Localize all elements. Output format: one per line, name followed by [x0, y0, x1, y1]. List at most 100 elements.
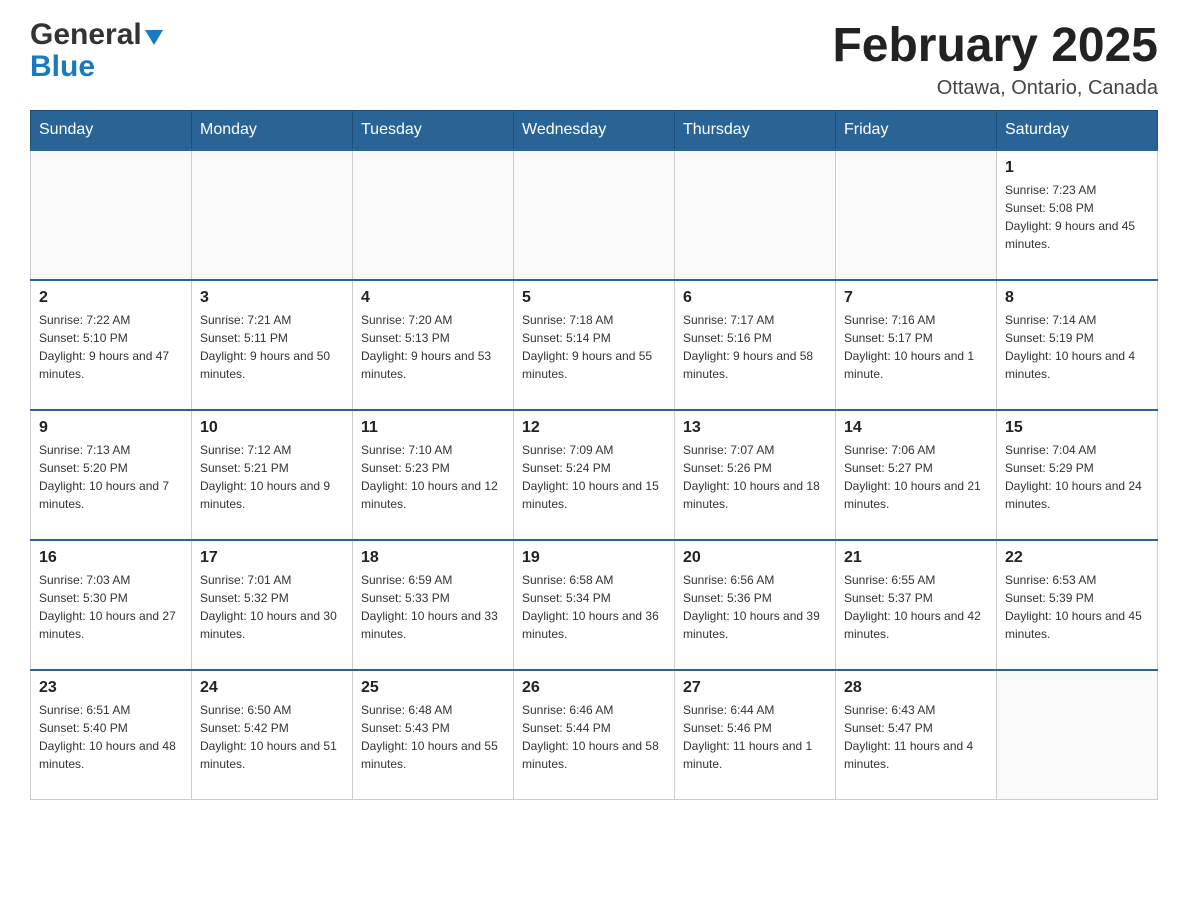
calendar-cell: 6 Sunrise: 7:17 AM Sunset: 5:16 PM Daylig…	[675, 280, 836, 410]
day-info: Sunrise: 6:56 AM Sunset: 5:36 PM Dayligh…	[683, 571, 827, 643]
calendar-cell: 13 Sunrise: 7:07 AM Sunset: 5:26 PM Dayli…	[675, 410, 836, 540]
day-number: 4	[361, 289, 505, 307]
day-number: 14	[844, 419, 988, 437]
day-info: Sunrise: 7:12 AM Sunset: 5:21 PM Dayligh…	[200, 441, 344, 513]
calendar-cell: 10 Sunrise: 7:12 AM Sunset: 5:21 PM Dayli…	[192, 410, 353, 540]
calendar-cell: 14 Sunrise: 7:06 AM Sunset: 5:27 PM Dayli…	[836, 410, 997, 540]
day-info: Sunrise: 6:58 AM Sunset: 5:34 PM Dayligh…	[522, 571, 666, 643]
week-row-5: 23 Sunrise: 6:51 AM Sunset: 5:40 PM Dayli…	[31, 670, 1158, 800]
day-info: Sunrise: 7:17 AM Sunset: 5:16 PM Dayligh…	[683, 311, 827, 383]
day-number: 8	[1005, 289, 1149, 307]
day-number: 9	[39, 419, 183, 437]
calendar-table: SundayMondayTuesdayWednesdayThursdayFrid…	[30, 110, 1158, 801]
day-number: 12	[522, 419, 666, 437]
day-number: 19	[522, 549, 666, 567]
day-number: 3	[200, 289, 344, 307]
day-number: 25	[361, 679, 505, 697]
day-info: Sunrise: 7:10 AM Sunset: 5:23 PM Dayligh…	[361, 441, 505, 513]
day-info: Sunrise: 6:53 AM Sunset: 5:39 PM Dayligh…	[1005, 571, 1149, 643]
day-info: Sunrise: 7:18 AM Sunset: 5:14 PM Dayligh…	[522, 311, 666, 383]
day-number: 18	[361, 549, 505, 567]
day-info: Sunrise: 7:03 AM Sunset: 5:30 PM Dayligh…	[39, 571, 183, 643]
day-number: 1	[1005, 159, 1149, 177]
calendar-cell	[675, 150, 836, 280]
day-number: 13	[683, 419, 827, 437]
calendar-cell	[353, 150, 514, 280]
day-number: 17	[200, 549, 344, 567]
day-info: Sunrise: 7:21 AM Sunset: 5:11 PM Dayligh…	[200, 311, 344, 383]
calendar-cell: 7Sunrise: 7:16 AM Sunset: 5:17 PM Daylig…	[836, 280, 997, 410]
calendar-cell: 3 Sunrise: 7:21 AM Sunset: 5:11 PM Daylig…	[192, 280, 353, 410]
day-number: 10	[200, 419, 344, 437]
day-info: Sunrise: 6:44 AM Sunset: 5:46 PM Dayligh…	[683, 701, 827, 773]
calendar-cell	[836, 150, 997, 280]
column-header-monday: Monday	[192, 110, 353, 150]
calendar-cell: 8 Sunrise: 7:14 AM Sunset: 5:19 PM Daylig…	[997, 280, 1158, 410]
day-number: 27	[683, 679, 827, 697]
location: Ottawa, Ontario, Canada	[832, 77, 1158, 100]
day-info: Sunrise: 6:48 AM Sunset: 5:43 PM Dayligh…	[361, 701, 505, 773]
calendar-cell	[997, 670, 1158, 800]
day-info: Sunrise: 7:20 AM Sunset: 5:13 PM Dayligh…	[361, 311, 505, 383]
week-row-2: 2Sunrise: 7:22 AM Sunset: 5:10 PM Daylig…	[31, 280, 1158, 410]
day-info: Sunrise: 6:59 AM Sunset: 5:33 PM Dayligh…	[361, 571, 505, 643]
calendar-cell	[192, 150, 353, 280]
day-info: Sunrise: 7:07 AM Sunset: 5:26 PM Dayligh…	[683, 441, 827, 513]
day-number: 23	[39, 679, 183, 697]
calendar-cell: 9 Sunrise: 7:13 AM Sunset: 5:20 PM Daylig…	[31, 410, 192, 540]
day-info: Sunrise: 6:51 AM Sunset: 5:40 PM Dayligh…	[39, 701, 183, 773]
day-number: 21	[844, 549, 988, 567]
column-header-saturday: Saturday	[997, 110, 1158, 150]
logo-triangle-icon	[145, 30, 163, 45]
calendar-cell: 27 Sunrise: 6:44 AM Sunset: 5:46 PM Dayli…	[675, 670, 836, 800]
day-info: Sunrise: 6:50 AM Sunset: 5:42 PM Dayligh…	[200, 701, 344, 773]
day-number: 16	[39, 549, 183, 567]
calendar-header-row: SundayMondayTuesdayWednesdayThursdayFrid…	[31, 110, 1158, 150]
day-info: Sunrise: 7:09 AM Sunset: 5:24 PM Dayligh…	[522, 441, 666, 513]
title-area: February 2025 Ottawa, Ontario, Canada	[832, 20, 1158, 100]
day-info: Sunrise: 7:22 AM Sunset: 5:10 PM Dayligh…	[39, 311, 183, 383]
calendar-cell: 21 Sunrise: 6:55 AM Sunset: 5:37 PM Dayli…	[836, 540, 997, 670]
column-header-wednesday: Wednesday	[514, 110, 675, 150]
day-info: Sunrise: 7:06 AM Sunset: 5:27 PM Dayligh…	[844, 441, 988, 513]
logo-general: General	[30, 20, 142, 50]
day-number: 20	[683, 549, 827, 567]
column-header-sunday: Sunday	[31, 110, 192, 150]
week-row-4: 16 Sunrise: 7:03 AM Sunset: 5:30 PM Dayli…	[31, 540, 1158, 670]
day-info: Sunrise: 6:46 AM Sunset: 5:44 PM Dayligh…	[522, 701, 666, 773]
day-number: 22	[1005, 549, 1149, 567]
calendar-cell: 26Sunrise: 6:46 AM Sunset: 5:44 PM Dayli…	[514, 670, 675, 800]
day-number: 24	[200, 679, 344, 697]
calendar-cell: 24 Sunrise: 6:50 AM Sunset: 5:42 PM Dayli…	[192, 670, 353, 800]
day-info: Sunrise: 6:43 AM Sunset: 5:47 PM Dayligh…	[844, 701, 988, 773]
logo: General Blue	[30, 20, 163, 83]
column-header-tuesday: Tuesday	[353, 110, 514, 150]
day-info: Sunrise: 7:01 AM Sunset: 5:32 PM Dayligh…	[200, 571, 344, 643]
day-number: 28	[844, 679, 988, 697]
calendar-cell: 2Sunrise: 7:22 AM Sunset: 5:10 PM Daylig…	[31, 280, 192, 410]
column-header-friday: Friday	[836, 110, 997, 150]
calendar-cell: 16 Sunrise: 7:03 AM Sunset: 5:30 PM Dayli…	[31, 540, 192, 670]
day-number: 5	[522, 289, 666, 307]
calendar-cell	[31, 150, 192, 280]
calendar-cell: 4 Sunrise: 7:20 AM Sunset: 5:13 PM Daylig…	[353, 280, 514, 410]
day-number: 11	[361, 419, 505, 437]
day-info: Sunrise: 7:16 AM Sunset: 5:17 PM Dayligh…	[844, 311, 988, 383]
calendar-cell: 17 Sunrise: 7:01 AM Sunset: 5:32 PM Dayli…	[192, 540, 353, 670]
column-header-thursday: Thursday	[675, 110, 836, 150]
day-info: Sunrise: 7:13 AM Sunset: 5:20 PM Dayligh…	[39, 441, 183, 513]
calendar-cell	[514, 150, 675, 280]
calendar-cell: 22 Sunrise: 6:53 AM Sunset: 5:39 PM Dayli…	[997, 540, 1158, 670]
page-header: General Blue February 2025 Ottawa, Ontar…	[30, 20, 1158, 100]
calendar-cell: 28 Sunrise: 6:43 AM Sunset: 5:47 PM Dayli…	[836, 670, 997, 800]
day-number: 15	[1005, 419, 1149, 437]
day-number: 6	[683, 289, 827, 307]
day-info: Sunrise: 7:14 AM Sunset: 5:19 PM Dayligh…	[1005, 311, 1149, 383]
day-info: Sunrise: 6:55 AM Sunset: 5:37 PM Dayligh…	[844, 571, 988, 643]
day-info: Sunrise: 7:23 AM Sunset: 5:08 PM Dayligh…	[1005, 181, 1149, 253]
calendar-cell: 15Sunrise: 7:04 AM Sunset: 5:29 PM Dayli…	[997, 410, 1158, 540]
calendar-cell: 11 Sunrise: 7:10 AM Sunset: 5:23 PM Dayli…	[353, 410, 514, 540]
calendar-cell: 1 Sunrise: 7:23 AM Sunset: 5:08 PM Daylig…	[997, 150, 1158, 280]
week-row-3: 9 Sunrise: 7:13 AM Sunset: 5:20 PM Daylig…	[31, 410, 1158, 540]
calendar-cell: 25 Sunrise: 6:48 AM Sunset: 5:43 PM Dayli…	[353, 670, 514, 800]
